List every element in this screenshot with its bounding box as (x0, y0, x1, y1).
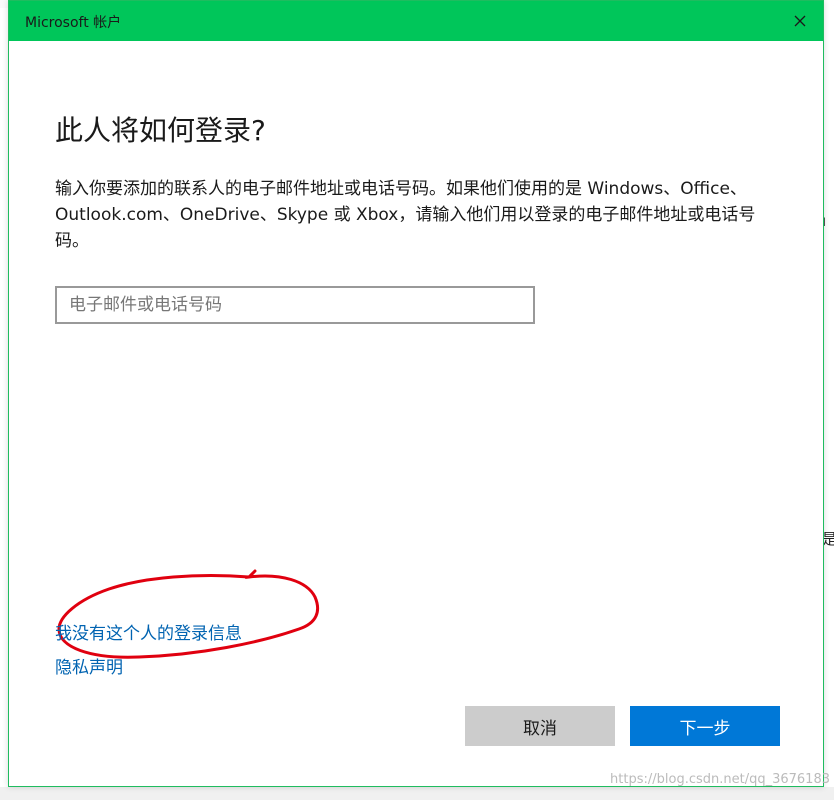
title-bar[interactable]: Microsoft 帐户 (9, 1, 823, 41)
microsoft-account-dialog: Microsoft 帐户 此人将如何登录? 输入你要添加的联系人的电子邮件地址或… (8, 0, 824, 787)
watermark-text: https://blog.csdn.net/qq_3676183 (610, 772, 830, 787)
privacy-statement-link[interactable]: 隐私声明 (55, 653, 123, 678)
close-button[interactable] (777, 1, 823, 41)
next-button[interactable]: 下一步 (630, 706, 780, 746)
window-title: Microsoft 帐户 (25, 15, 122, 31)
background-window-bottom (0, 787, 834, 800)
email-or-phone-input[interactable] (55, 286, 535, 324)
no-signin-info-link[interactable]: 我没有这个人的登录信息 (55, 619, 242, 644)
cancel-button[interactable]: 取消 (465, 706, 615, 746)
close-icon (794, 15, 806, 27)
red-annotation-circle (57, 569, 320, 659)
page-title: 此人将如何登录? (55, 114, 266, 147)
description-text: 输入你要添加的联系人的电子邮件地址或电话号码。如果他们使用的是 Windows、… (55, 179, 756, 251)
